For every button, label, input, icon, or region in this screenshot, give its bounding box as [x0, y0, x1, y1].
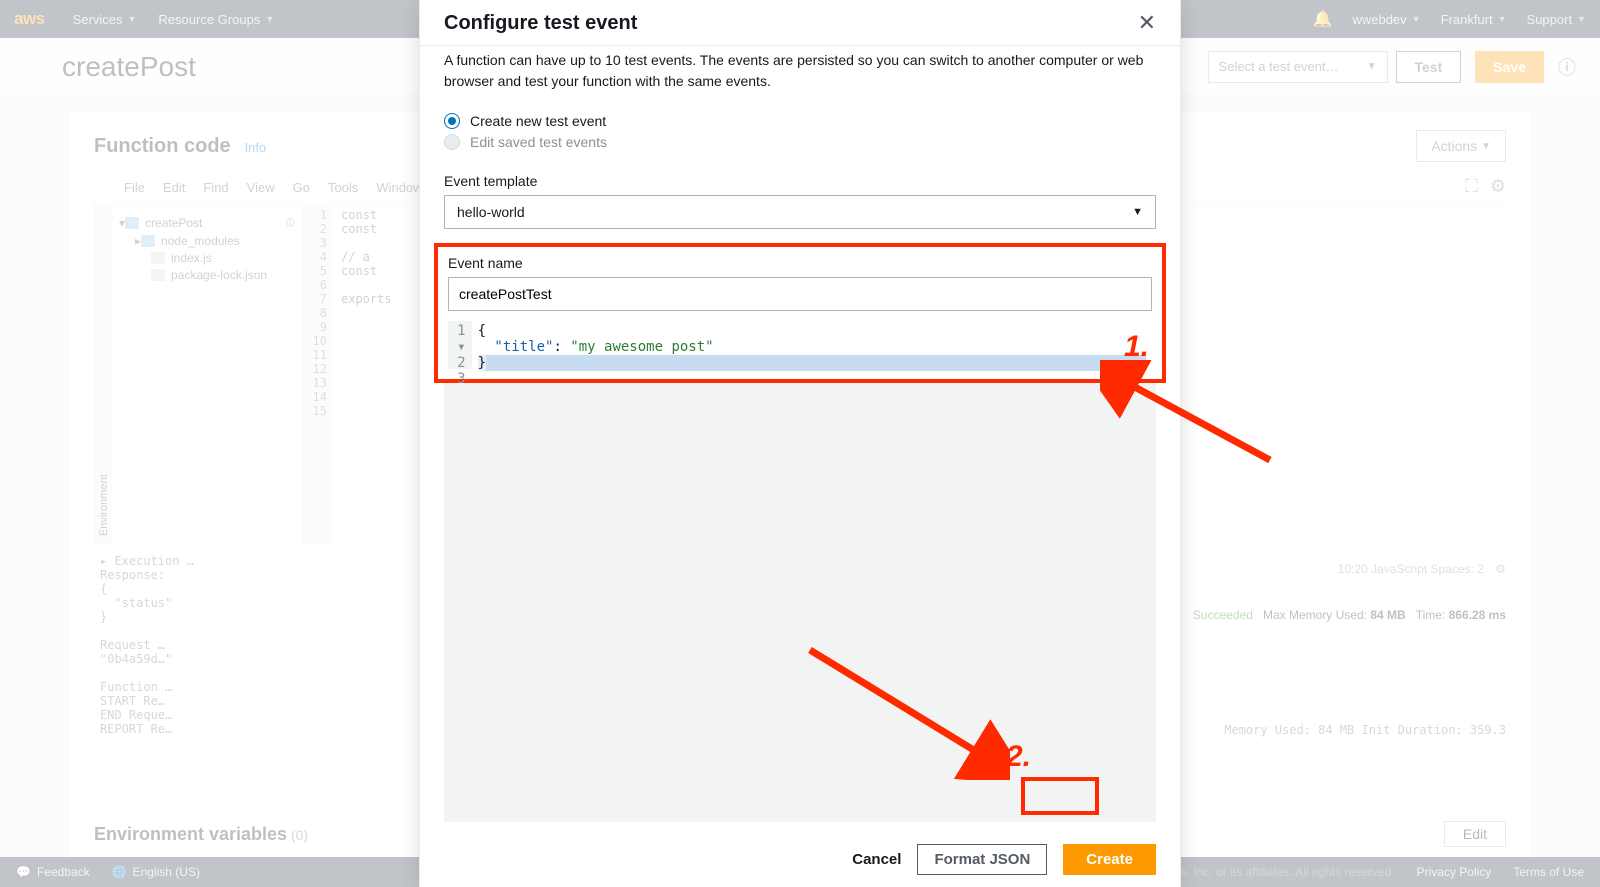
annotation-box-1: Event name 1 ▾23 { "title": "my awesome …	[434, 243, 1166, 383]
json-editor[interactable]: 1 ▾23 { "title": "my awesome post" }	[448, 321, 1152, 369]
event-template-select[interactable]: hello-world ▼	[444, 195, 1156, 229]
radio-selected-icon	[444, 113, 460, 129]
modal-footer: Cancel Format JSON Create	[420, 832, 1180, 887]
radio-create-new[interactable]: Create new test event	[444, 113, 1156, 129]
radio-edit-saved: Edit saved test events	[444, 134, 1156, 150]
annotation-label-1: 1.	[1124, 330, 1149, 364]
close-icon[interactable]: ✕	[1138, 12, 1156, 34]
chevron-down-icon: ▼	[1132, 206, 1143, 218]
format-json-button[interactable]: Format JSON	[917, 844, 1047, 875]
cancel-button[interactable]: Cancel	[852, 851, 901, 868]
modal-description: A function can have up to 10 test events…	[420, 45, 1180, 108]
modal-title: Configure test event	[444, 12, 637, 35]
create-button[interactable]: Create	[1063, 844, 1156, 875]
annotation-label-2: 2.	[1006, 740, 1031, 774]
event-name-input[interactable]	[448, 277, 1152, 311]
event-template-label: Event template	[420, 173, 1180, 189]
event-name-label: Event name	[448, 255, 1152, 271]
editor-blank-area[interactable]	[444, 383, 1156, 822]
json-code: { "title": "my awesome post" }	[472, 321, 1152, 369]
configure-test-event-modal: Configure test event ✕ A function can ha…	[420, 0, 1180, 887]
json-line-gutter: 1 ▾23	[448, 321, 472, 369]
event-mode-radios: Create new test event Edit saved test ev…	[420, 108, 1180, 169]
radio-disabled-icon	[444, 134, 460, 150]
